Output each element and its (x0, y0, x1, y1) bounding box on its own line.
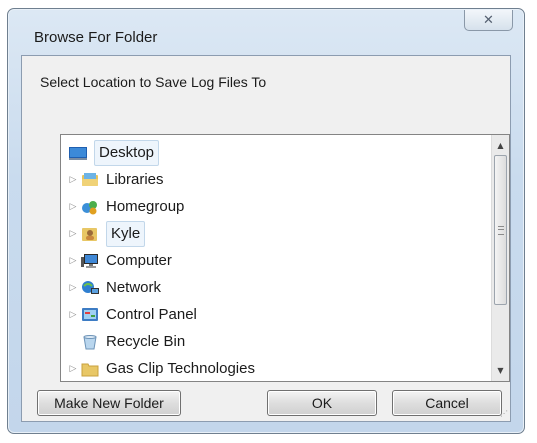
tree-item-computer[interactable]: ▷ Computer (67, 249, 172, 273)
expand-arrow-icon[interactable]: ▷ (67, 195, 79, 219)
tree-item-label: Desktop (94, 140, 160, 166)
tree-item-kyle[interactable]: ▷ Kyle (67, 221, 146, 247)
close-icon: ✕ (483, 12, 494, 28)
close-button[interactable]: ✕ (464, 10, 513, 31)
expand-arrow-icon[interactable]: ▷ (67, 249, 79, 273)
tree-item-desktop[interactable]: Desktop (69, 140, 160, 166)
tree-item-label: Gas Clip Technologies (106, 360, 255, 377)
tree-item-control-panel[interactable]: ▷ Control Panel (67, 303, 197, 327)
grip-icon (498, 226, 504, 235)
cancel-button[interactable]: Cancel (392, 390, 502, 416)
libraries-icon (81, 172, 99, 188)
expand-arrow-icon[interactable]: ▷ (67, 168, 79, 192)
tree-item-label: Recycle Bin (106, 333, 186, 350)
folder-icon (81, 361, 99, 377)
ok-button[interactable]: OK (267, 390, 377, 416)
resize-grip-icon[interactable]: ⋰ (498, 409, 508, 419)
tree-item-label: Homegroup (106, 198, 185, 215)
homegroup-icon (81, 199, 99, 215)
scrollbar-thumb[interactable] (494, 155, 507, 305)
recycle-bin-icon (81, 334, 99, 350)
computer-icon (81, 253, 99, 269)
tree-item-gas-clip-technologies[interactable]: ▷ Gas Clip Technologies (67, 357, 255, 381)
tree-item-label: Control Panel (106, 306, 197, 323)
tree-item-libraries[interactable]: ▷ Libraries (67, 168, 164, 192)
tree-item-network[interactable]: ▷ Network (67, 276, 161, 300)
tree-item-label: Computer (106, 252, 172, 269)
expand-arrow-icon[interactable]: ▷ (67, 222, 79, 246)
expand-arrow-icon[interactable]: ▷ (67, 357, 79, 381)
tree-item-label: Network (106, 279, 162, 296)
control-panel-icon (81, 307, 99, 323)
prompt-label: Select Location to Save Log Files To (40, 74, 267, 90)
scroll-down-icon[interactable]: ▼ (492, 362, 509, 379)
tree-item-homegroup[interactable]: ▷ Homegroup (67, 195, 185, 219)
tree-item-recycle-bin[interactable]: Recycle Bin (81, 330, 185, 354)
folder-tree[interactable]: Desktop ▷ Libraries ▷ Homegroup ▷ Kyle ▷… (60, 134, 510, 382)
scroll-up-icon[interactable]: ▲ (492, 137, 509, 154)
desktop-icon (69, 145, 87, 161)
network-icon (81, 280, 99, 296)
tree-item-label: Kyle (106, 221, 146, 247)
tree-scrollbar[interactable]: ▲ ▼ (491, 135, 509, 381)
dialog-content: Select Location to Save Log Files To Des… (21, 55, 511, 422)
browse-for-folder-dialog: Browse For Folder ✕ Select Location to S… (7, 8, 525, 434)
tree-item-label: Libraries (106, 171, 164, 188)
expand-arrow-icon[interactable]: ▷ (67, 303, 79, 327)
make-new-folder-button[interactable]: Make New Folder (37, 390, 181, 416)
expand-arrow-icon[interactable]: ▷ (67, 276, 79, 300)
dialog-title: Browse For Folder (34, 29, 158, 46)
user-folder-icon (81, 226, 99, 242)
